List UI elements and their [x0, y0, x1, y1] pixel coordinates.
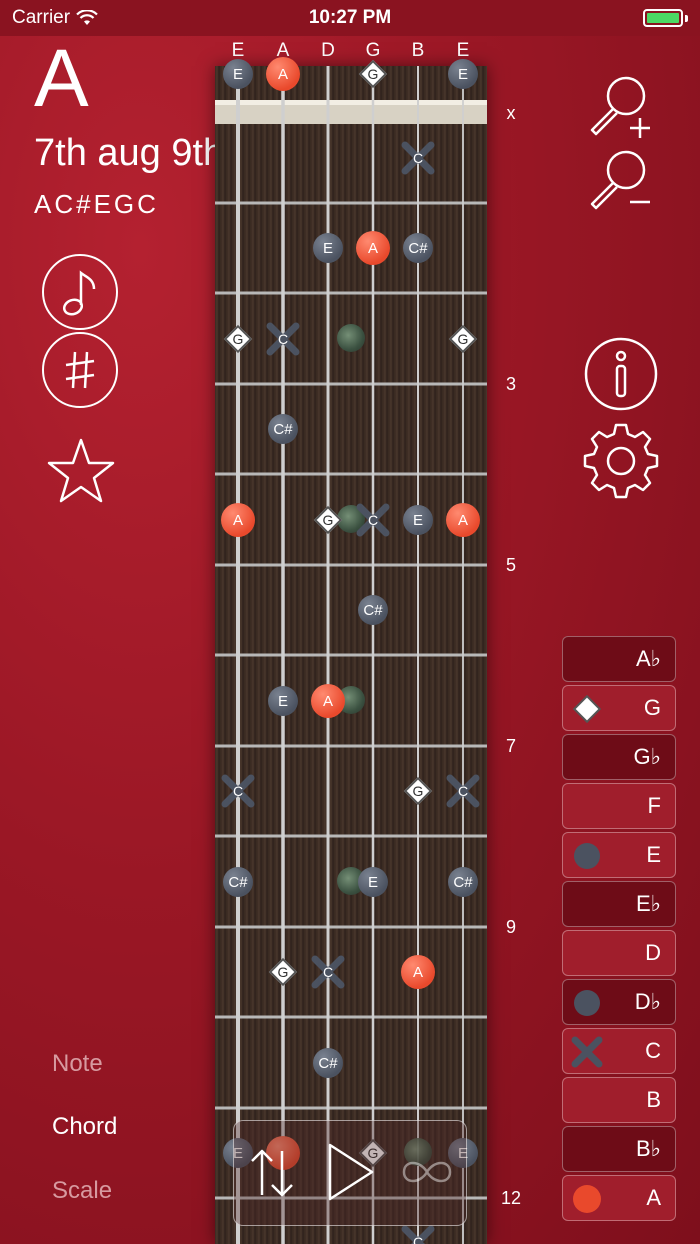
- fret-note-c-sharp[interactable]: C#: [448, 867, 478, 897]
- fret-note-a-root[interactable]: A: [221, 503, 255, 537]
- status-bar: Carrier 10:27 PM: [0, 0, 700, 36]
- status-left: Carrier: [12, 7, 98, 29]
- sharp-toggle-button[interactable]: [42, 332, 118, 408]
- note-row-a[interactable]: A: [562, 1175, 676, 1221]
- fret-note-c[interactable]: C: [266, 322, 300, 356]
- note-toggle-button[interactable]: [42, 254, 118, 330]
- fret-note-c[interactable]: C: [401, 1225, 435, 1244]
- status-time: 10:27 PM: [308, 7, 392, 28]
- fret-note-a-root[interactable]: A: [266, 57, 300, 91]
- fret-note-c[interactable]: C: [446, 774, 480, 808]
- fret-note-c[interactable]: C: [401, 141, 435, 175]
- fret-note-e[interactable]: E: [403, 505, 433, 535]
- dot-icon: [574, 990, 600, 1016]
- fret-note-c-sharp[interactable]: C#: [403, 233, 433, 263]
- fret-note-g[interactable]: G: [221, 322, 255, 356]
- star-icon[interactable]: [46, 436, 116, 506]
- fret-note-g[interactable]: G: [356, 57, 390, 91]
- note-row-d-flat[interactable]: D♭: [562, 979, 676, 1025]
- sharp-icon: [65, 351, 95, 389]
- diamond-icon: [572, 694, 602, 724]
- fret-note-c[interactable]: C: [356, 503, 390, 537]
- note-row-b-flat[interactable]: B♭: [562, 1126, 676, 1172]
- note-row-e[interactable]: E: [562, 832, 676, 878]
- fret-note-a-root[interactable]: A: [356, 231, 390, 265]
- fret-note-a-root[interactable]: A: [401, 955, 435, 989]
- fret-note-a-root[interactable]: A: [446, 503, 480, 537]
- chord-notes: AC#EGC: [34, 189, 159, 219]
- music-note-icon: [62, 270, 96, 316]
- fret-note-c-sharp[interactable]: C#: [223, 867, 253, 897]
- zoom-out-icon[interactable]: [586, 146, 656, 212]
- cross-icon: [571, 1036, 603, 1068]
- fret-note-e[interactable]: E: [268, 686, 298, 716]
- note-row-g[interactable]: G: [562, 685, 676, 731]
- carrier-label: Carrier: [12, 7, 71, 28]
- string-names: E A D G B E: [215, 40, 487, 64]
- note-row-f[interactable]: F: [562, 783, 676, 829]
- note-list: A♭ G G♭ F E E♭ D D♭ C B B♭ A: [562, 636, 676, 1224]
- wifi-icon: [76, 10, 98, 25]
- fret-note-a-root[interactable]: A: [311, 684, 345, 718]
- loop-icon[interactable]: [400, 1155, 454, 1189]
- note-row-a-flat[interactable]: A♭: [562, 636, 676, 682]
- fret-number-7: 7: [505, 736, 516, 756]
- note-row-e-flat[interactable]: E♭: [562, 881, 676, 927]
- fret-note-c-sharp[interactable]: C#: [268, 414, 298, 444]
- fret-note-g[interactable]: G: [311, 503, 345, 537]
- fret-note-c-sharp[interactable]: C#: [313, 1048, 343, 1078]
- note-row-c[interactable]: C: [562, 1028, 676, 1074]
- fret-note-e[interactable]: E: [223, 59, 253, 89]
- gear-icon[interactable]: [583, 423, 659, 499]
- fret-note-c[interactable]: C: [221, 774, 255, 808]
- fret-number-3: 3: [505, 374, 516, 394]
- string-name: B: [411, 40, 425, 61]
- string-name: D: [321, 40, 335, 61]
- mode-scale[interactable]: Scale: [52, 1177, 112, 1205]
- playback-panel: [233, 1120, 467, 1226]
- fret-number-9: 9: [505, 917, 516, 937]
- fret-note-c[interactable]: C: [311, 955, 345, 989]
- info-icon[interactable]: [584, 337, 658, 411]
- fret-note-g[interactable]: G: [401, 774, 435, 808]
- flip-arrows-icon[interactable]: [248, 1145, 296, 1201]
- chord-name: 7th aug 9th: [34, 132, 225, 174]
- note-row-g-flat[interactable]: G♭: [562, 734, 676, 780]
- fret-note-g[interactable]: G: [446, 322, 480, 356]
- note-row-b[interactable]: B: [562, 1077, 676, 1123]
- note-row-d[interactable]: D: [562, 930, 676, 976]
- root-dot-icon: [573, 1185, 601, 1213]
- zoom-in-icon[interactable]: [586, 72, 656, 138]
- fret-note-e[interactable]: E: [358, 867, 388, 897]
- fret-note-e[interactable]: E: [448, 59, 478, 89]
- fret-number-5: 5: [505, 555, 516, 575]
- fret-number-12: 12: [500, 1188, 522, 1208]
- fret-note-g[interactable]: G: [266, 955, 300, 989]
- open-string-marker: x: [506, 103, 516, 123]
- battery-icon: [643, 9, 688, 27]
- fret-note-c-sharp[interactable]: C#: [358, 595, 388, 625]
- fret-note-e[interactable]: E: [313, 233, 343, 263]
- dot-icon: [574, 843, 600, 869]
- mode-chord[interactable]: Chord: [52, 1113, 117, 1141]
- play-icon[interactable]: [326, 1141, 376, 1203]
- fretboard-lines: [215, 66, 487, 1244]
- fret-inlay: [337, 324, 365, 352]
- chord-root: A: [34, 33, 89, 124]
- mode-note[interactable]: Note: [52, 1050, 103, 1078]
- fretboard[interactable]: E A G E C E A C# G C G C# A G C E A C# E…: [215, 57, 487, 1244]
